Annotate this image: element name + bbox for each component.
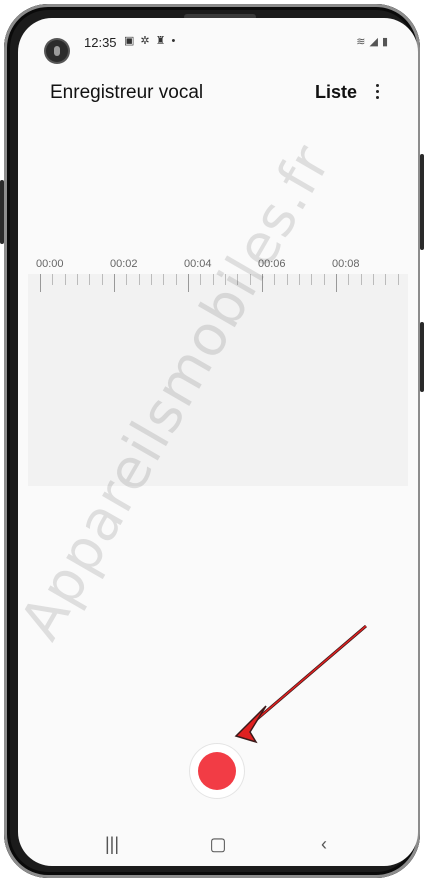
ruler-tick	[188, 274, 189, 292]
status-system-icons: ≋◢▮	[356, 35, 392, 48]
record-dot-icon	[198, 752, 236, 790]
ruler-tick	[385, 274, 387, 285]
record-button[interactable]	[190, 744, 244, 798]
ruler-tick	[311, 274, 313, 285]
ruler-tick	[299, 274, 300, 285]
ruler-tick	[397, 274, 399, 285]
gallery-icon: ▣	[124, 35, 141, 47]
bixby-button	[420, 322, 424, 392]
timeline-label: 00:08	[332, 258, 360, 270]
dot-icon: •	[171, 35, 182, 47]
battery-icon: ▮	[381, 36, 392, 48]
gear-icon: ✲	[140, 35, 156, 47]
volume-button	[420, 154, 424, 250]
bluetooth-icon: ♜	[155, 35, 172, 47]
signal-icon: ◢	[369, 36, 382, 48]
ruler-tick	[323, 274, 325, 285]
ruler-tick	[114, 274, 115, 292]
app-title: Enregistreur vocal	[50, 82, 204, 103]
status-time: 12:35	[84, 35, 117, 50]
camera-icon	[46, 40, 68, 62]
ruler-tick	[163, 274, 165, 285]
ruler-tick	[52, 274, 54, 285]
ruler-tick	[77, 274, 78, 285]
screen: 12:35 ▣✲♜• ≋◢▮ Enregistreur vocal Liste …	[18, 18, 418, 866]
timeline-label: 00:00	[36, 258, 64, 270]
recent-apps-icon[interactable]: |||	[92, 834, 132, 855]
status-notification-icons: ▣✲♜•	[124, 34, 181, 47]
ruler-tick	[64, 274, 66, 285]
ruler-tick	[89, 274, 91, 285]
phone-frame: 12:35 ▣✲♜• ≋◢▮ Enregistreur vocal Liste …	[0, 4, 424, 878]
more-options-icon[interactable]	[370, 80, 384, 102]
timeline-label: 00:02	[110, 258, 138, 270]
back-icon[interactable]: ‹	[304, 834, 344, 855]
ruler-tick	[101, 274, 103, 285]
timeline-label: 00:04	[184, 258, 212, 270]
ruler-tick	[336, 274, 337, 292]
ruler-tick	[151, 274, 152, 285]
ruler-tick	[40, 274, 41, 292]
ruler-tick	[126, 274, 128, 285]
ruler-tick	[175, 274, 177, 285]
home-icon[interactable]: ▢	[198, 834, 238, 855]
ruler-tick	[373, 274, 374, 285]
navigation-bar: ||| ▢ ‹	[18, 828, 418, 866]
power-button	[0, 180, 4, 244]
ruler-tick	[348, 274, 350, 285]
list-button[interactable]: Liste	[315, 82, 357, 103]
wifi-icon: ≋	[356, 36, 370, 48]
ruler-tick	[138, 274, 140, 285]
ruler-tick	[286, 274, 288, 285]
status-bar: 12:35 ▣✲♜• ≋◢▮	[18, 18, 418, 62]
ruler-tick	[360, 274, 362, 285]
